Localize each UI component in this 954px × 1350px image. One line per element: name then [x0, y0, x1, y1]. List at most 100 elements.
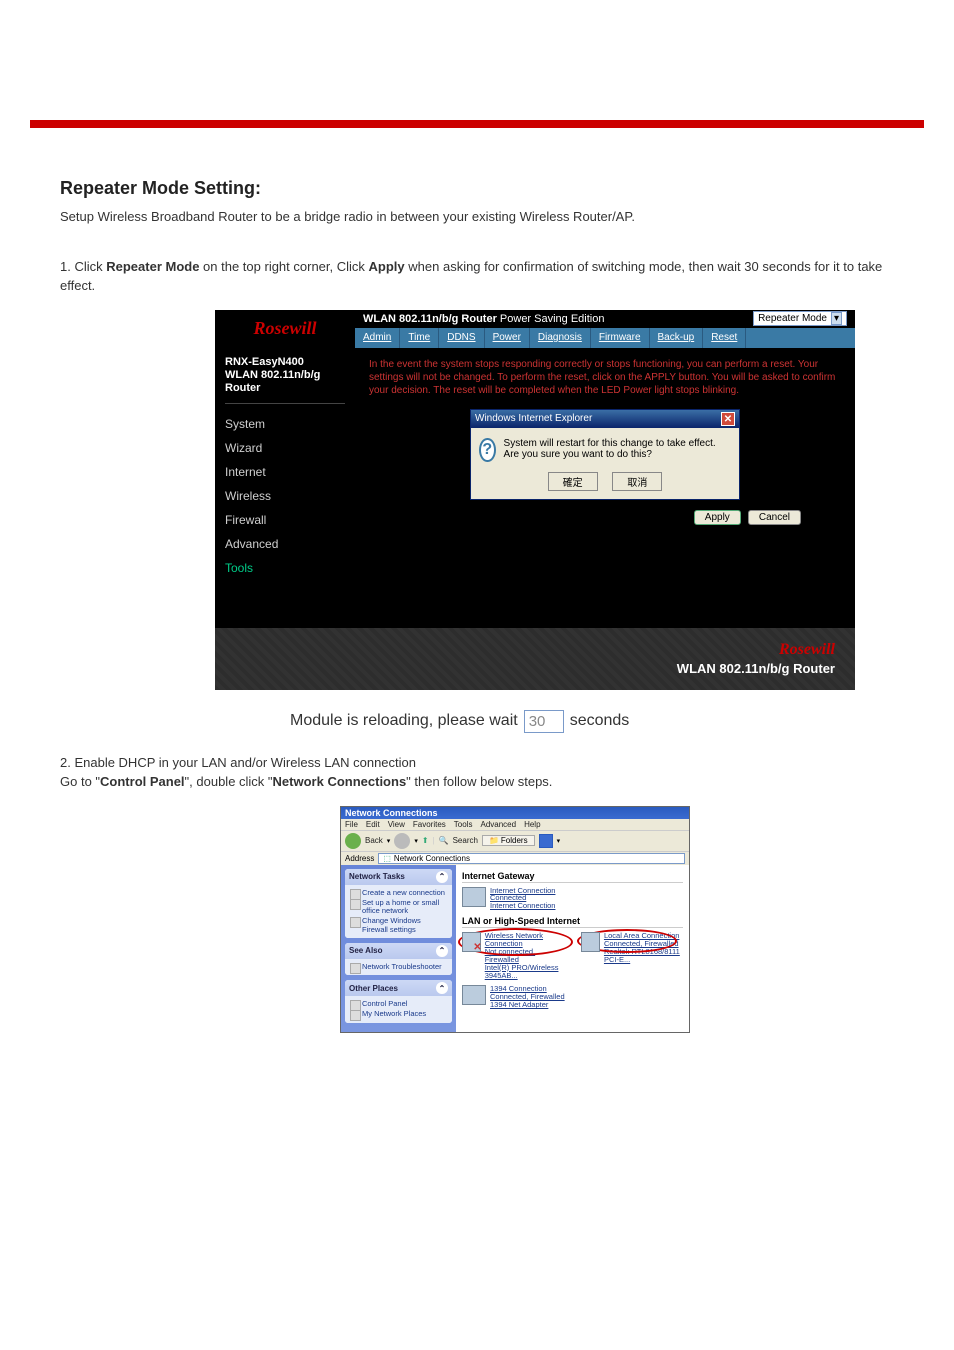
row-gateway: Internet Connection Connected Internet C…	[462, 887, 683, 911]
nav-firewall[interactable]: Firewall	[225, 508, 345, 532]
window-body: Network Tasks ⌃ Create a new connection …	[341, 865, 689, 1032]
router-screenshot: Rosewill WLAN 802.11n/b/g Router Power S…	[215, 310, 855, 690]
address-label: Address	[345, 854, 374, 863]
network-connections-window: Network Connections File Edit View Favor…	[340, 806, 690, 1033]
up-icon[interactable]: ⬆	[422, 836, 429, 845]
lan-icon	[581, 932, 600, 952]
router-header-right: WLAN 802.11n/b/g Router Power Saving Edi…	[355, 310, 855, 348]
menu-favorites[interactable]: Favorites	[413, 820, 446, 829]
nav-internet[interactable]: Internet	[225, 460, 345, 484]
forward-icon[interactable]	[394, 833, 410, 849]
back-icon[interactable]	[345, 833, 361, 849]
back-label: Back	[365, 836, 383, 845]
panel-title-other[interactable]: Other Places ⌃	[345, 980, 452, 996]
menubar: File Edit View Favorites Tools Advanced …	[341, 819, 689, 830]
step2-prefix: Go to "	[60, 774, 100, 789]
collapse-icon-3: ⌃	[436, 982, 448, 994]
step2-bold2: Network Connections	[273, 774, 407, 789]
conn-lan-text: Local Area Connection Connected, Firewal…	[604, 932, 683, 964]
product-line2: WLAN 802.11n/b/g Router	[225, 369, 345, 395]
nav-wireless[interactable]: Wireless	[225, 484, 345, 508]
tab-reset[interactable]: Reset	[703, 328, 746, 348]
tab-admin[interactable]: Admin	[355, 328, 400, 348]
conn-lan[interactable]: Local Area Connection Connected, Firewal…	[581, 932, 683, 979]
tab-diagnosis[interactable]: Diagnosis	[530, 328, 591, 348]
router-main: In the event the system stops responding…	[355, 348, 855, 628]
panel-network-tasks: Network Tasks ⌃ Create a new connection …	[345, 869, 452, 938]
wireless-icon: ✕	[462, 932, 481, 952]
menu-help[interactable]: Help	[524, 820, 540, 829]
page-content: Repeater Mode Setting: Setup Wireless Br…	[0, 128, 954, 1073]
router-sidebar: RNX-EasyN400 WLAN 802.11n/b/g Router Sys…	[215, 348, 355, 628]
router-title: WLAN 802.11n/b/g Router Power Saving Edi…	[363, 313, 604, 325]
views-icon[interactable]	[539, 834, 553, 848]
toolbar: Back ▾ ▾ ⬆ | 🔍 Search 📁 Folders ▾	[341, 830, 689, 852]
step1-bold: Repeater Mode	[106, 259, 199, 274]
address-value: Network Connections	[394, 854, 470, 863]
tab-time[interactable]: Time	[400, 328, 439, 348]
link-control-panel[interactable]: Control Panel	[350, 999, 447, 1009]
folders-button[interactable]: 📁 Folders	[482, 835, 535, 846]
step-1-text: 1. Click Repeater Mode on the top right …	[60, 257, 894, 296]
menu-tools[interactable]: Tools	[454, 820, 473, 829]
dialog-cancel-button[interactable]: 取消	[612, 472, 662, 491]
conn-1394[interactable]: 1394 Connection Connected, Firewalled 13…	[462, 985, 565, 1009]
panel-see-also: See Also ⌃ Network Troubleshooter	[345, 943, 452, 975]
mode-select-label: Repeater Mode	[758, 313, 827, 324]
globe-icon	[462, 887, 486, 907]
router-title-main: WLAN 802.11n/b/g Router	[363, 313, 497, 325]
cancel-button[interactable]: Cancel	[748, 510, 801, 525]
mode-select[interactable]: Repeater Mode ▾	[753, 311, 847, 326]
conn-wireless-name: Wireless Network Connection	[485, 932, 568, 948]
tab-firmware[interactable]: Firmware	[591, 328, 650, 348]
window-title-text: Network Connections	[345, 808, 438, 818]
task-setup-network[interactable]: Set up a home or small office network	[350, 898, 447, 917]
apply-row: Apply Cancel	[369, 500, 841, 531]
nav-wizard[interactable]: Wizard	[225, 436, 345, 460]
tab-ddns[interactable]: DDNS	[439, 328, 484, 348]
tab-backup[interactable]: Back-up	[650, 328, 704, 348]
dialog-ok-button[interactable]: 確定	[548, 472, 598, 491]
dropdown-icon-2[interactable]: ▾	[414, 837, 418, 845]
nav-system[interactable]: System	[225, 412, 345, 436]
conn-wireless-status: Not connected, Firewalled	[485, 948, 568, 964]
reset-description: In the event the system stops responding…	[369, 358, 841, 397]
panel-title-tasks[interactable]: Network Tasks ⌃	[345, 869, 452, 885]
chevron-down-icon: ▾	[831, 312, 842, 325]
router-tabs: Admin Time DDNS Power Diagnosis Firmware…	[355, 328, 855, 348]
conn-wireless-text: Wireless Network Connection Not connecte…	[485, 932, 568, 979]
reloading-suffix: seconds	[570, 712, 630, 730]
panel-body-other: Control Panel My Network Places	[345, 996, 452, 1023]
menu-file[interactable]: File	[345, 820, 358, 829]
reloading-count: 30	[524, 710, 564, 733]
conn-internet[interactable]: Internet Connection Connected Internet C…	[462, 887, 555, 911]
reloading-prefix: Module is reloading, please wait	[290, 712, 518, 730]
conn-lan-sub: Realtek RTL8168/8111 PCI-E...	[604, 948, 683, 964]
search-icon[interactable]: 🔍	[439, 836, 449, 845]
task-create-connection[interactable]: Create a new connection	[350, 888, 447, 898]
step2-mid: ", double click "	[185, 774, 273, 789]
nav-advanced[interactable]: Advanced	[225, 532, 345, 556]
panel-title-seealso[interactable]: See Also ⌃	[345, 943, 452, 959]
dropdown-icon[interactable]: ▾	[387, 837, 391, 845]
nav-tools[interactable]: Tools	[225, 556, 345, 580]
step2-line1: 2. Enable DHCP in your LAN and/or Wirele…	[60, 753, 894, 773]
menu-view[interactable]: View	[388, 820, 405, 829]
address-bar: Address ⬚ Network Connections	[341, 852, 689, 865]
menu-advanced[interactable]: Advanced	[480, 820, 516, 829]
task-troubleshooter[interactable]: Network Troubleshooter	[350, 962, 447, 972]
task-firewall-settings[interactable]: Change Windows Firewall settings	[350, 916, 447, 935]
router-top: Rosewill WLAN 802.11n/b/g Router Power S…	[215, 310, 855, 348]
tab-power[interactable]: Power	[485, 328, 530, 348]
group-lan: LAN or High-Speed Internet	[462, 916, 683, 928]
link-my-network-places[interactable]: My Network Places	[350, 1009, 447, 1019]
conn-internet-text: Internet Connection Connected Internet C…	[490, 887, 555, 911]
menu-edit[interactable]: Edit	[366, 820, 380, 829]
dropdown-icon-3[interactable]: ▾	[557, 837, 561, 845]
apply-button[interactable]: Apply	[694, 510, 741, 525]
window-titlebar: Network Connections	[341, 807, 689, 819]
close-icon[interactable]: ✕	[721, 412, 735, 426]
address-field[interactable]: ⬚ Network Connections	[378, 853, 685, 864]
search-label: Search	[453, 836, 478, 845]
conn-wireless[interactable]: ✕ Wireless Network Connection Not connec…	[462, 932, 567, 979]
